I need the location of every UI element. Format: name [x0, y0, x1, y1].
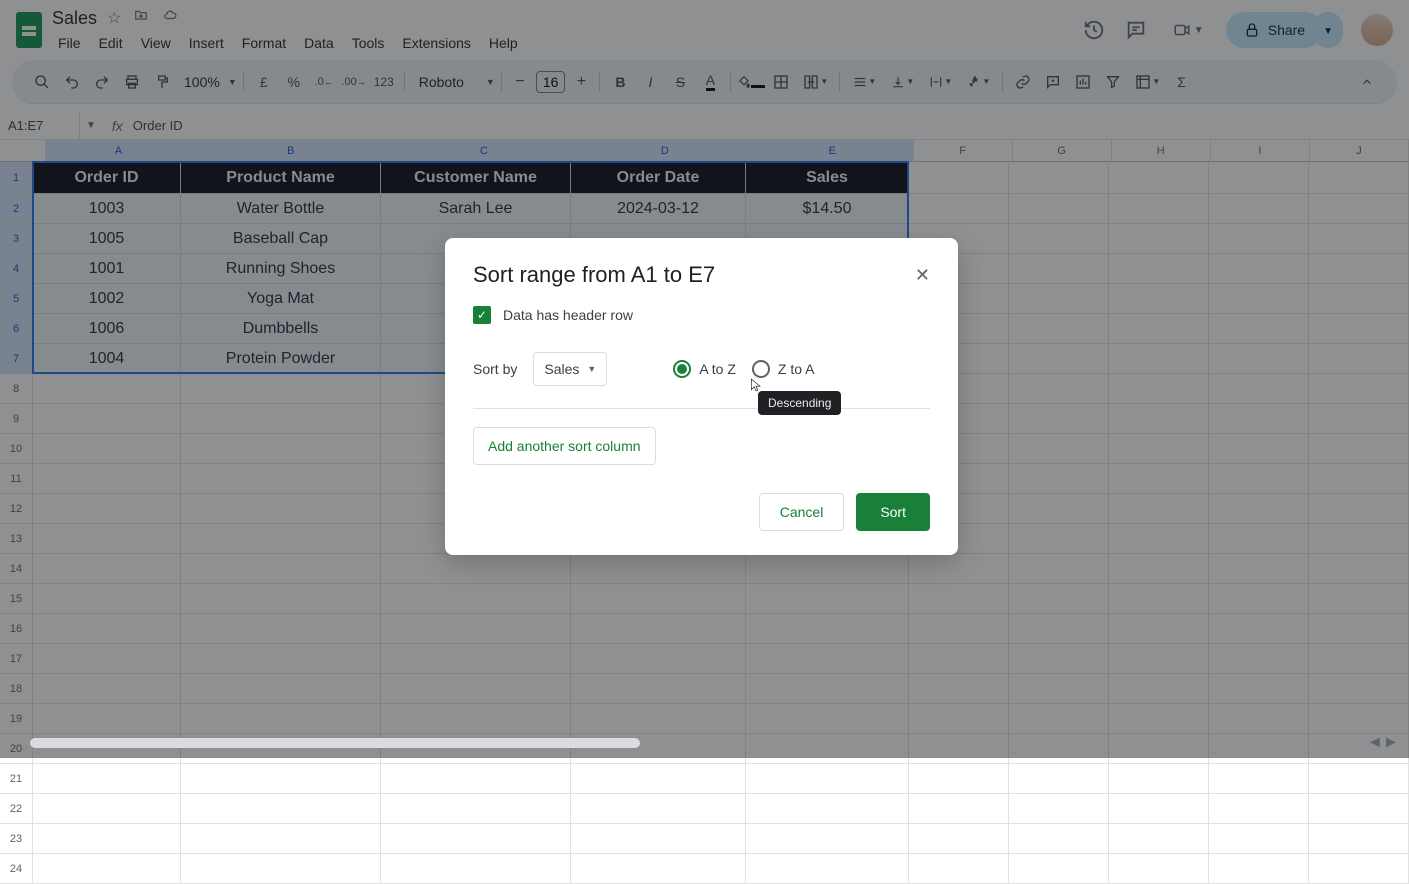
horizontal-scrollbar[interactable] — [30, 738, 640, 748]
radio-z-label: Z to A — [778, 361, 815, 377]
row-header-22[interactable]: 22 — [0, 794, 33, 824]
scroll-right-icon[interactable]: ► — [1383, 734, 1397, 748]
chevron-down-icon: ▼ — [587, 364, 596, 374]
row-header-24[interactable]: 24 — [0, 854, 33, 884]
sortby-select[interactable]: Sales ▼ — [533, 352, 607, 386]
tooltip-descending: Descending — [758, 391, 841, 415]
sort-range-dialog: Sort range from A1 to E7 ✕ ✓ Data has he… — [445, 238, 958, 555]
row-header-21[interactable]: 21 — [0, 764, 33, 794]
radio-a-label: A to Z — [699, 361, 736, 377]
scroll-left-icon[interactable]: ◄ — [1367, 734, 1381, 748]
sortby-label: Sort by — [473, 361, 517, 377]
header-row-checkbox[interactable]: ✓ — [473, 306, 491, 324]
sort-button[interactable]: Sort — [856, 493, 930, 531]
dialog-title: Sort range from A1 to E7 — [473, 262, 715, 288]
header-row-label: Data has header row — [503, 307, 633, 323]
row-header-23[interactable]: 23 — [0, 824, 33, 854]
add-sort-column-button[interactable]: Add another sort column — [473, 427, 656, 465]
radio-ascending[interactable] — [673, 360, 691, 378]
close-icon[interactable]: ✕ — [915, 265, 930, 286]
cancel-button[interactable]: Cancel — [759, 493, 845, 531]
